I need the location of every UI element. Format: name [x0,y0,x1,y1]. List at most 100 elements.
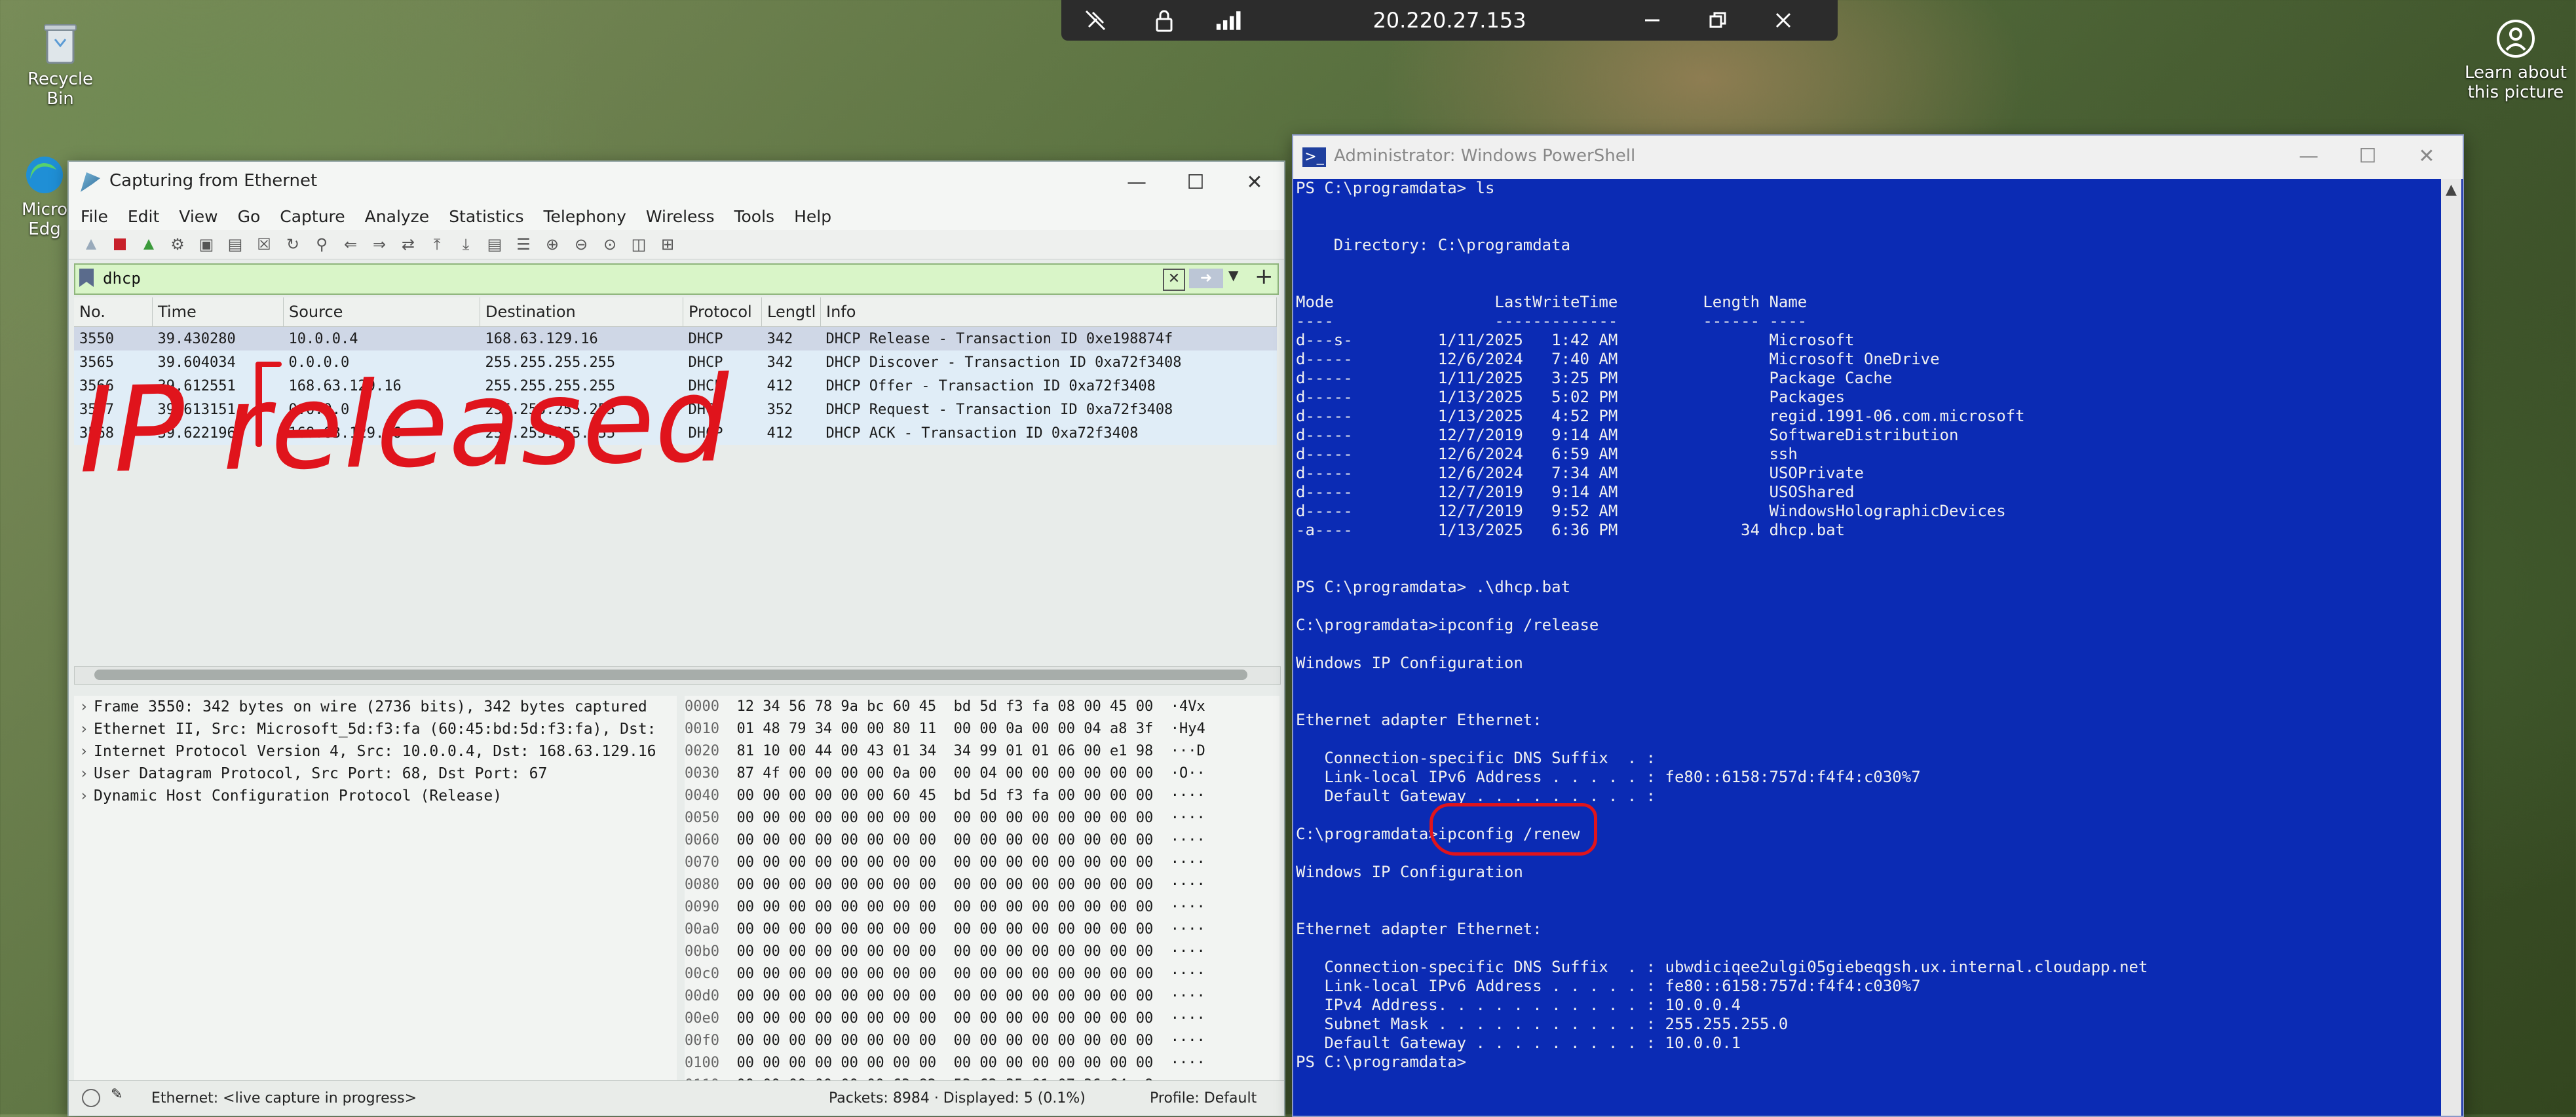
learn-about-picture[interactable]: Learn about this picture [2457,13,2575,102]
scrollbar-thumb[interactable] [94,670,1247,680]
find-packet-icon[interactable]: ⚲ [313,235,331,254]
packet-info: DHCP Offer - Transaction ID 0xa72f3408 [825,377,1156,394]
bytes-row[interactable]: 0030 87 4f 00 00 00 00 0a 00 00 04 00 00… [685,763,1279,785]
expand-chevron-icon[interactable]: › [74,718,94,740]
bytes-row[interactable]: 0050 00 00 00 00 00 00 00 00 00 00 00 00… [685,807,1279,829]
menu-view[interactable]: View [179,207,218,226]
bytes-row[interactable]: 0040 00 00 00 00 00 00 60 45 bd 5d f3 fa… [685,785,1279,807]
detail-row[interactable]: › Frame 3550: 342 bytes on wire (2736 bit… [74,696,677,718]
col-destination[interactable]: Destination [480,297,683,327]
minimize-icon[interactable] [1638,7,1667,34]
lock-icon[interactable] [1150,7,1179,34]
recycle-bin-icon[interactable]: Recycle Bin [14,20,106,109]
first-packet-icon[interactable]: ⤒ [428,235,446,254]
menu-help[interactable]: Help [794,207,831,226]
menu-file[interactable]: File [81,207,108,226]
zoom-in-icon[interactable]: ⊕ [543,235,561,254]
bytes-row[interactable]: 00b0 00 00 00 00 00 00 00 00 00 00 00 00… [685,941,1279,963]
bytes-row[interactable]: 0000 12 34 56 78 9a bc 60 45 bd 5d f3 fa… [685,696,1279,718]
wireshark-maximize-button[interactable]: ☐ [1176,167,1215,197]
powershell-close-button[interactable]: ✕ [2407,141,2446,171]
restore-icon[interactable] [1703,7,1732,34]
col-source[interactable]: Source [283,297,480,327]
packet-row[interactable]: 3550 39.430280 10.0.0.4 168.63.129.16 DH… [74,326,1277,350]
powershell-minimize-button[interactable]: — [2289,141,2328,171]
display-filter-input[interactable] [102,267,1152,290]
expand-chevron-icon[interactable]: › [74,696,94,718]
zoom-out-icon[interactable]: ⊖ [572,235,590,254]
start-capture-icon[interactable] [82,235,100,254]
expand-chevron-icon[interactable]: › [74,763,94,785]
expand-chevron-icon[interactable]: › [74,785,94,807]
col-time[interactable]: Time [152,297,284,327]
bytes-row[interactable]: 00c0 00 00 00 00 00 00 00 00 00 00 00 00… [685,963,1279,985]
menu-go[interactable]: Go [238,207,261,226]
powershell-maximize-button[interactable]: ☐ [2348,141,2387,171]
bookmark-icon[interactable] [79,269,94,287]
go-to-packet-icon[interactable]: ⇄ [399,235,417,254]
capture-options-icon[interactable]: ⚙ [168,235,187,254]
col-no[interactable]: No. [74,297,153,327]
packet-list-scrollbar[interactable] [74,666,1281,685]
autoscroll-icon[interactable]: ▤ [485,235,504,254]
signal-icon[interactable] [1215,7,1244,34]
wireshark-minimize-button[interactable]: — [1117,167,1156,197]
scroll-up-icon[interactable]: ▲ [2441,181,2461,198]
wireshark-close-button[interactable]: ✕ [1235,167,1274,197]
bytes-row[interactable]: 0100 00 00 00 00 00 00 00 00 00 00 00 00… [685,1052,1279,1074]
go-forward-icon[interactable]: ⇒ [370,235,388,254]
detail-row[interactable]: › User Datagram Protocol, Src Port: 68, D… [74,763,677,785]
apply-filter-icon[interactable]: ➜ [1189,269,1223,288]
col-length[interactable]: Lengtl [761,297,821,327]
detail-row[interactable]: › Ethernet II, Src: Microsoft_5d:f3:fa (6… [74,718,677,740]
menu-analyze[interactable]: Analyze [365,207,430,226]
bytes-row[interactable]: 00a0 00 00 00 00 00 00 00 00 00 00 00 00… [685,918,1279,941]
bytes-row[interactable]: 0070 00 00 00 00 00 00 00 00 00 00 00 00… [685,852,1279,874]
edge-desktop-icon[interactable]: Micro Edg [18,154,71,239]
col-info[interactable]: Info [820,297,1277,327]
menu-tools[interactable]: Tools [734,207,774,226]
colorize-icon[interactable]: ☰ [514,235,533,254]
menu-statistics[interactable]: Statistics [449,207,523,226]
resize-columns-icon[interactable]: ◫ [630,235,648,254]
last-packet-icon[interactable]: ⤓ [457,235,475,254]
pin-off-icon[interactable] [1081,7,1110,34]
open-file-icon[interactable]: ▣ [197,235,216,254]
close-icon[interactable] [1769,7,1798,34]
bytes-row[interactable]: 0020 81 10 00 44 00 43 01 34 34 99 01 01… [685,740,1279,763]
capture-status-icon[interactable] [82,1089,100,1107]
add-filter-button-icon[interactable]: + [1255,263,1274,290]
clear-filter-icon[interactable]: ✕ [1163,269,1185,291]
layout-icon[interactable]: ⊞ [658,235,677,254]
bytes-row[interactable]: 0060 00 00 00 00 00 00 00 00 00 00 00 00… [685,829,1279,852]
detail-row[interactable]: › Dynamic Host Configuration Protocol (Re… [74,785,677,807]
wireshark-title-bar[interactable]: Capturing from Ethernet — ☐ ✕ [69,162,1284,202]
menu-telephony[interactable]: Telephony [543,207,626,226]
powershell-console[interactable]: PS C:\programdata> ls Directory: C:\prog… [1293,179,2442,1116]
status-profile: Profile: Default [1150,1090,1257,1107]
menu-capture[interactable]: Capture [280,207,345,226]
zoom-reset-icon[interactable]: ⊙ [601,235,619,254]
bytes-row[interactable]: 0010 01 48 79 34 00 00 80 11 00 00 0a 00… [685,718,1279,740]
close-file-icon[interactable]: ☒ [255,235,273,254]
go-back-icon[interactable]: ⇐ [341,235,360,254]
powershell-scrollbar[interactable]: ▲ [2441,179,2461,1116]
save-file-icon[interactable]: ▤ [226,235,244,254]
bytes-row[interactable]: 0080 00 00 00 00 00 00 00 00 00 00 00 00… [685,874,1279,896]
edit-comment-icon[interactable]: ✎ [111,1086,123,1103]
filter-dropdown-icon[interactable]: ▼ [1228,267,1238,283]
bytes-row[interactable]: 00f0 00 00 00 00 00 00 00 00 00 00 00 00… [685,1030,1279,1052]
detail-row[interactable]: › Internet Protocol Version 4, Src: 10.0.… [74,740,677,763]
reload-file-icon[interactable]: ↻ [284,235,302,254]
menu-edit[interactable]: Edit [128,207,159,226]
detail-text: User Datagram Protocol, Src Port: 68, Ds… [94,765,548,782]
bytes-row[interactable]: 00e0 00 00 00 00 00 00 00 00 00 00 00 00… [685,1008,1279,1030]
powershell-title-bar[interactable]: >_ Administrator: Windows PowerShell — ☐… [1293,136,2463,179]
bytes-row[interactable]: 0090 00 00 00 00 00 00 00 00 00 00 00 00… [685,896,1279,918]
col-protocol[interactable]: Protocol [683,297,762,327]
expand-chevron-icon[interactable]: › [74,740,94,763]
menu-wireless[interactable]: Wireless [646,207,715,226]
stop-capture-icon[interactable] [111,235,129,254]
bytes-row[interactable]: 00d0 00 00 00 00 00 00 00 00 00 00 00 00… [685,985,1279,1008]
restart-capture-icon[interactable] [140,235,158,254]
